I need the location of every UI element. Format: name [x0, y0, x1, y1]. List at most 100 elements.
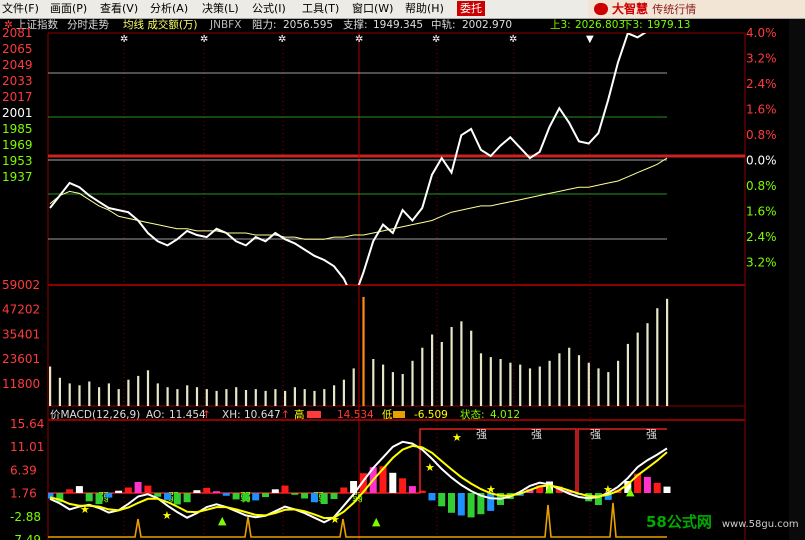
- xh-value: 10.647: [244, 409, 281, 421]
- macd-tick: -2.88: [10, 510, 41, 524]
- macd-bar: [124, 487, 132, 493]
- volume-bar: [568, 347, 571, 406]
- macd-bar: [262, 493, 269, 498]
- volume-bar: [646, 323, 649, 406]
- right-side-panel[interactable]: [789, 19, 805, 540]
- volume-bar: [509, 362, 512, 406]
- xh-label: XH:: [222, 409, 241, 421]
- volume-bar: [195, 387, 199, 406]
- menu-item[interactable]: 窗口(W): [352, 1, 393, 17]
- chart-legend: 均线 成交额(万): [123, 19, 198, 31]
- macd-bar: [115, 490, 123, 493]
- macd-bar: [222, 493, 230, 496]
- price-tick: 2033: [2, 74, 33, 88]
- triangle-up-icon: ▲: [372, 515, 381, 528]
- event-marker-icon[interactable]: ✲: [355, 34, 363, 45]
- volume-bar: [78, 385, 81, 406]
- event-marker-icon[interactable]: ✲: [432, 34, 440, 45]
- volume-bar: [205, 389, 208, 406]
- percent-tick: 0.8%: [746, 128, 777, 142]
- triangle-up-icon: ▲: [545, 482, 554, 495]
- triangle-up-icon: ▲: [626, 485, 635, 498]
- macd-bar: [173, 493, 181, 505]
- volume-bar: [313, 390, 316, 406]
- watermark-text: 58公式网: [646, 513, 712, 531]
- volume-bar: [587, 362, 590, 406]
- state-label: 状态:: [460, 408, 485, 421]
- volume-tick: 23601: [2, 352, 40, 366]
- star-icon: ★: [162, 509, 172, 522]
- volume-bar: [68, 383, 71, 406]
- price-tick: 1937: [2, 170, 33, 184]
- volume-bar: [617, 360, 620, 406]
- volume-bar: [342, 379, 345, 406]
- volume-bar: [244, 390, 248, 406]
- price-tick: 1953: [2, 154, 33, 168]
- event-marker-icon[interactable]: ✲: [200, 34, 208, 45]
- macd-bar: [252, 493, 260, 501]
- percent-tick: 1.6%: [746, 205, 777, 219]
- macd-bar: [154, 493, 162, 497]
- macd-bar: [95, 493, 103, 504]
- macd-bar: [213, 491, 220, 493]
- up3-label: 上3:: [550, 19, 571, 31]
- macd-bar: [183, 493, 191, 503]
- macd-bar: [643, 476, 651, 493]
- down3-value: 1979.13: [647, 19, 690, 31]
- star-icon: ★: [603, 483, 613, 496]
- brand-subtitle: 传统行情: [652, 3, 697, 16]
- down-arrow-icon[interactable]: ▼: [586, 34, 594, 45]
- macd-tick: -7.49: [10, 533, 41, 540]
- menu-item[interactable]: 帮助(H): [405, 1, 444, 17]
- macd-bar: [448, 493, 455, 513]
- event-marker-icon[interactable]: ✲: [509, 34, 517, 45]
- commission-button[interactable]: 委托: [457, 1, 485, 16]
- low-label: 低: [382, 408, 393, 421]
- event-marker-icon[interactable]: ✲: [120, 34, 128, 45]
- event-marker-icon[interactable]: ✲: [278, 34, 286, 45]
- menu-item[interactable]: 工具(T): [302, 1, 339, 17]
- volume-bar: [274, 389, 277, 406]
- volume-bar: [235, 387, 238, 406]
- high-value: 14.534: [337, 409, 374, 421]
- volume-tick: 59002: [2, 278, 40, 292]
- low-swatch: [393, 411, 405, 418]
- macd-name: 价MACD(12,26,9): [50, 409, 140, 421]
- volume-bar: [528, 368, 532, 406]
- menu-item[interactable]: 决策(L): [202, 1, 239, 17]
- volume-bar: [401, 374, 404, 406]
- macd-bar: [164, 493, 171, 500]
- intraday-chart[interactable]: ✲ 上证指数 分时走势 均线 成交额(万) JNBFX 阻力: 2056.595…: [0, 19, 789, 540]
- macd-bar: [663, 486, 671, 493]
- volume-bar: [470, 330, 473, 406]
- price-tick: 2049: [2, 58, 33, 72]
- menu-item[interactable]: 查看(V): [100, 1, 138, 17]
- percent-tick: 4.0%: [746, 26, 777, 40]
- volume-bar: [146, 370, 150, 406]
- macd-bar: [310, 493, 318, 503]
- menu-item[interactable]: 画面(P): [50, 1, 87, 17]
- percent-tick: 2.4%: [746, 230, 777, 244]
- volume-bar: [411, 360, 414, 406]
- volume-bar: [107, 383, 110, 406]
- menu-item[interactable]: 文件(F): [2, 1, 39, 17]
- strong-label: 强: [646, 428, 657, 441]
- volume-bar: [607, 372, 610, 406]
- macd-bar: [242, 493, 250, 502]
- menu-item[interactable]: 分析(A): [150, 1, 188, 17]
- price-tick: 2065: [2, 42, 33, 56]
- volume-bar: [254, 389, 257, 406]
- xh-up-arrow-icon: ↑: [281, 409, 290, 421]
- strong-label: 强: [476, 428, 487, 441]
- menu-item[interactable]: 公式(I): [252, 1, 286, 17]
- volume-bar: [98, 387, 101, 406]
- price-tick: 2001: [2, 106, 33, 120]
- macd-bar: [653, 482, 661, 493]
- volume-bar: [656, 308, 659, 406]
- down3-label: 下3:: [622, 19, 643, 31]
- chart-mode: 分时走势: [67, 19, 109, 31]
- volume-bar: [372, 359, 375, 406]
- brand-name: 大智慧: [612, 2, 649, 16]
- volume-bar: [548, 360, 551, 406]
- support-label: 支撑:: [343, 19, 368, 31]
